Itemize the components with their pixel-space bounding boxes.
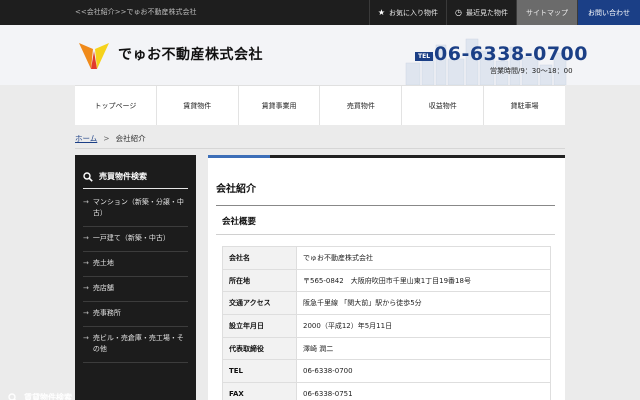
sidebar-heading-sale: 売買物件検索 bbox=[83, 165, 188, 189]
sitemap-label: サイトマップ bbox=[526, 8, 568, 17]
sidebar-heading-rental: 賃貸物件検索 bbox=[8, 386, 113, 400]
row-key: 会社名 bbox=[222, 246, 297, 270]
search-icon bbox=[83, 171, 93, 182]
row-key: 代表取締役 bbox=[222, 336, 297, 361]
arrow-right-icon: → bbox=[83, 198, 89, 206]
nav-investment[interactable]: 収益物件 bbox=[401, 86, 483, 125]
breadcrumb-current: 会社紹介 bbox=[115, 134, 146, 143]
row-value: 阪急千里線 「関大前」駅から徒歩5分 bbox=[296, 291, 551, 316]
nav-top-page[interactable]: トップページ bbox=[75, 86, 156, 125]
sitemap-link[interactable]: サイトマップ bbox=[516, 0, 577, 25]
recently-viewed-label: 最近見た物件 bbox=[466, 8, 508, 17]
main-content: 会社紹介 会社概要 会社名 でゅお不動産株式会社 所在地 〒565-0842 大… bbox=[208, 155, 565, 400]
favorites-link[interactable]: ★ お気に入り物件 bbox=[368, 0, 446, 25]
row-key: TEL bbox=[222, 359, 297, 384]
nav-rental[interactable]: 賃貸物件 bbox=[155, 86, 238, 125]
arrow-right-icon: → bbox=[83, 334, 89, 342]
breadcrumb-divider bbox=[75, 148, 565, 149]
favorites-label: お気に入り物件 bbox=[389, 8, 439, 17]
top-links: ★ お気に入り物件 ◷ 最近見た物件 サイトマップ お問い合わせ bbox=[368, 0, 640, 25]
page-title: 会社紹介 bbox=[216, 184, 256, 195]
sidebar-item-office[interactable]: → 売事務所 bbox=[83, 302, 188, 327]
title-divider bbox=[216, 205, 555, 206]
global-nav: トップページ 賃貸物件 賃貸事業用 売買物件 収益物件 貸駐車場 bbox=[75, 85, 565, 125]
sidebar-item-store[interactable]: → 売店舗 bbox=[83, 277, 188, 302]
sidebar-item-label: 一戸建て（新築・中古） bbox=[92, 234, 170, 242]
table-row: TEL 06-6338-0700 bbox=[222, 359, 551, 384]
sidebar-item-label: 売ビル・売倉庫・売工場・その他 bbox=[92, 334, 184, 353]
row-key: 所在地 bbox=[222, 268, 297, 293]
sidebar-heading-label: 賃貸物件検索 bbox=[24, 393, 72, 400]
arrow-right-icon: → bbox=[83, 234, 89, 242]
business-hours: 営業時間/9：30～18：00 bbox=[490, 67, 573, 75]
sidebar-item-label: マンション（新築・分譲・中古） bbox=[92, 198, 184, 217]
top-bar: <<会社紹介>>でゅお不動産株式会社 ★ お気に入り物件 ◷ 最近見た物件 サイ… bbox=[0, 0, 640, 25]
sidebar-item-label: 売事務所 bbox=[92, 309, 121, 317]
site-header: でゅお不動産株式会社 TEL 06-6338-0700 営業時間/9：30～18… bbox=[0, 25, 640, 85]
sidebar-item-building[interactable]: → 売ビル・売倉庫・売工場・その他 bbox=[83, 327, 188, 363]
sidebar-item-label: 売店舗 bbox=[92, 284, 114, 292]
table-row: FAX 06-6338-0751 bbox=[222, 382, 551, 400]
table-row: 所在地 〒565-0842 大阪府吹田市千里山東1丁目19番18号 bbox=[222, 268, 551, 293]
sidebar-item-mansion[interactable]: → マンション（新築・分譲・中古） bbox=[83, 191, 188, 227]
table-row: 設立年月日 2000（平成12）年5月11日 bbox=[222, 314, 551, 338]
row-value: 澤崎 潤二 bbox=[296, 336, 551, 361]
row-value: 2000（平成12）年5月11日 bbox=[296, 314, 551, 338]
sidebar-item-label: 売土地 bbox=[92, 259, 114, 267]
breadcrumb-home[interactable]: ホーム bbox=[75, 134, 97, 143]
company-info-table: 会社名 でゅお不動産株式会社 所在地 〒565-0842 大阪府吹田市千里山東1… bbox=[222, 246, 551, 400]
sidebar-item-land[interactable]: → 売土地 bbox=[83, 252, 188, 277]
row-value: 06-6338-0700 bbox=[296, 359, 551, 384]
phone-number[interactable]: 06-6338-0700 bbox=[434, 43, 588, 65]
row-key: 交通アクセス bbox=[222, 291, 297, 316]
arrow-right-icon: → bbox=[83, 284, 89, 292]
recently-viewed-link[interactable]: ◷ 最近見た物件 bbox=[446, 0, 516, 25]
row-key: FAX bbox=[222, 382, 297, 400]
tel-badge: TEL bbox=[415, 52, 434, 61]
search-icon bbox=[8, 392, 17, 400]
arrow-right-icon: → bbox=[83, 309, 89, 317]
sidebar-item-house[interactable]: → 一戸建て（新築・中古） bbox=[83, 227, 188, 252]
company-logo[interactable] bbox=[77, 39, 111, 73]
table-row: 代表取締役 澤崎 潤二 bbox=[222, 336, 551, 361]
contact-button[interactable]: お問い合わせ bbox=[577, 0, 640, 25]
sidebar: 売買物件検索 → マンション（新築・分譲・中古） → 一戸建て（新築・中古） →… bbox=[75, 155, 196, 400]
breadcrumb-separator: > bbox=[103, 134, 110, 143]
section-divider bbox=[216, 234, 555, 235]
arrow-right-icon: → bbox=[83, 259, 89, 267]
row-value: でゅお不動産株式会社 bbox=[296, 246, 551, 270]
tagline: <<会社紹介>>でゅお不動産株式会社 bbox=[75, 8, 197, 16]
table-row: 交通アクセス 阪急千里線 「関大前」駅から徒歩5分 bbox=[222, 291, 551, 316]
star-icon: ★ bbox=[377, 8, 386, 17]
contact-label: お問い合わせ bbox=[588, 8, 630, 17]
sidebar-list: → マンション（新築・分譲・中古） → 一戸建て（新築・中古） → 売土地 → … bbox=[83, 191, 188, 363]
row-value: 06-6338-0751 bbox=[296, 382, 551, 400]
content-accent-bar bbox=[208, 155, 270, 158]
row-key: 設立年月日 bbox=[222, 314, 297, 338]
nav-parking[interactable]: 貸駐車場 bbox=[483, 86, 565, 125]
sidebar-heading-label: 売買物件検索 bbox=[99, 172, 147, 181]
table-row: 会社名 でゅお不動産株式会社 bbox=[222, 246, 551, 270]
nav-sale[interactable]: 売買物件 bbox=[319, 86, 401, 125]
nav-rental-business[interactable]: 賃貸事業用 bbox=[237, 86, 320, 125]
company-name[interactable]: でゅお不動産株式会社 bbox=[118, 44, 263, 64]
breadcrumb: ホーム > 会社紹介 bbox=[75, 133, 146, 144]
content-top-rule bbox=[270, 155, 565, 158]
history-icon: ◷ bbox=[455, 8, 462, 17]
row-value: 〒565-0842 大阪府吹田市千里山東1丁目19番18号 bbox=[296, 268, 551, 293]
section-title: 会社概要 bbox=[222, 217, 257, 227]
